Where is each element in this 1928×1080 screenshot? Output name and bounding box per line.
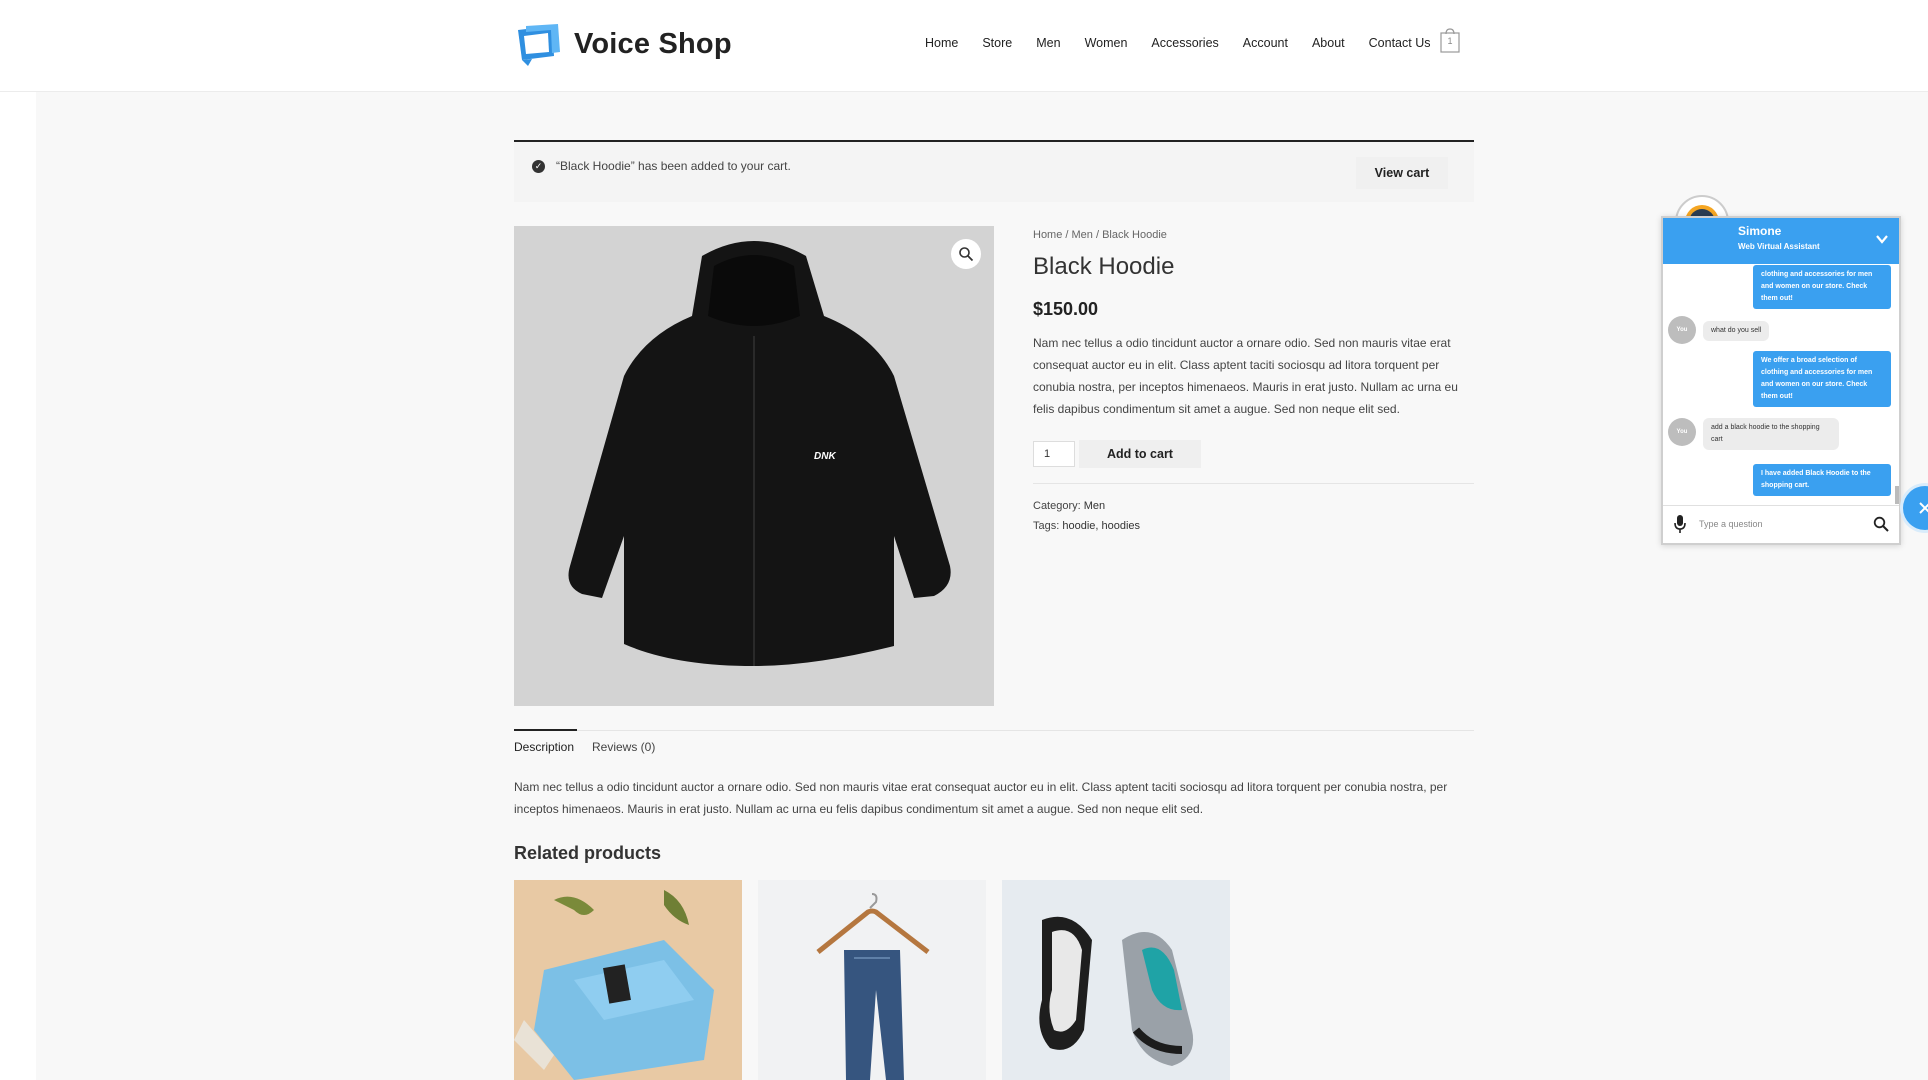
logo-text: Voice Shop xyxy=(574,27,732,60)
product-price: $150.00 xyxy=(1033,299,1099,319)
logo-icon xyxy=(514,22,564,66)
product-image[interactable]: DNK xyxy=(514,226,994,706)
hoodie-image: DNK xyxy=(568,241,951,666)
related-product-tshirt[interactable] xyxy=(514,880,742,1080)
breadcrumb[interactable]: Home / Men / Black Hoodie xyxy=(1033,229,1474,241)
nav-women[interactable]: Women xyxy=(1085,36,1128,50)
tshirt-image xyxy=(514,890,714,1080)
nav-contact-us[interactable]: Contact Us xyxy=(1369,36,1431,50)
user-message: what do you sell xyxy=(1703,321,1770,341)
category-label: Category: xyxy=(1033,500,1081,512)
meta-divider xyxy=(1033,483,1474,484)
product-short-description: Nam nec tellus a odio tincidunt auctor a… xyxy=(1033,336,1458,416)
site-header: Voice Shop Home Store Men Women Accessor… xyxy=(0,0,1928,92)
view-cart-button[interactable]: View cart xyxy=(1356,157,1448,189)
chat-scrollbar[interactable] xyxy=(1895,486,1899,504)
tags-row: Tags: hoodie, hoodies xyxy=(1033,516,1474,536)
add-to-cart-button[interactable]: Add to cart xyxy=(1079,440,1201,468)
bot-message: clothing and accessories for men and wom… xyxy=(1753,265,1891,309)
hoodie-brand-text: DNK xyxy=(814,451,836,462)
nav-accessories[interactable]: Accessories xyxy=(1151,36,1218,50)
magnifier-icon xyxy=(959,247,974,262)
product-title: Black Hoodie xyxy=(1033,253,1175,280)
quantity-input[interactable]: 1 xyxy=(1033,441,1075,467)
description-text: Nam nec tellus a odio tincidunt auctor a… xyxy=(514,780,1448,816)
chat-input[interactable]: Type a question xyxy=(1699,519,1763,529)
nav-about[interactable]: About xyxy=(1312,36,1345,50)
tab-reviews[interactable]: Reviews (0) xyxy=(592,740,655,754)
chat-widget: Simone Web Virtual Assistant clothing an… xyxy=(1661,216,1901,545)
jeans-image xyxy=(816,893,930,1080)
tags-label: Tags: xyxy=(1033,520,1060,532)
site-logo[interactable]: Voice Shop xyxy=(514,22,732,66)
main-nav: Home Store Men Women Accessories Account… xyxy=(925,36,1454,50)
notice-message: “Black Hoodie” has been added to your ca… xyxy=(556,159,791,173)
chat-input-bar: Type a question xyxy=(1663,505,1899,542)
related-product-sneakers[interactable] xyxy=(1002,880,1230,1080)
cart-icon[interactable]: 1 xyxy=(1440,28,1460,53)
check-circle-icon: ✓ xyxy=(532,160,545,173)
sneakers-image xyxy=(1039,916,1194,1066)
close-icon xyxy=(1919,502,1928,514)
user-avatar: You xyxy=(1668,418,1696,446)
active-tab-indicator xyxy=(514,729,577,731)
microphone-icon[interactable] xyxy=(1673,514,1687,534)
category-row: Category: Men xyxy=(1033,496,1474,516)
product-meta: Category: Men Tags: hoodie, hoodies xyxy=(1033,496,1474,536)
add-to-cart-form: 1 Add to cart xyxy=(1033,440,1474,468)
chevron-down-icon[interactable] xyxy=(1875,232,1889,246)
assistant-role: Web Virtual Assistant xyxy=(1738,242,1820,251)
tab-description[interactable]: Description xyxy=(514,740,574,754)
related-products-title: Related products xyxy=(514,843,662,863)
cart-notice: ✓ “Black Hoodie” has been added to your … xyxy=(514,140,1474,202)
user-message: add a black hoodie to the shopping cart xyxy=(1703,418,1839,450)
product-summary: Home / Men / Black Hoodie Black Hoodie $… xyxy=(1033,226,1474,536)
bot-message: We offer a broad selection of clothing a… xyxy=(1753,351,1891,407)
nav-men[interactable]: Men xyxy=(1036,36,1060,50)
zoom-button[interactable] xyxy=(951,239,981,269)
cart-count: 1 xyxy=(1447,36,1453,46)
category-link[interactable]: Men xyxy=(1084,500,1105,512)
user-avatar: You xyxy=(1668,316,1696,344)
nav-account[interactable]: Account xyxy=(1243,36,1288,50)
tabs-divider xyxy=(514,730,1474,731)
bot-message: I have added Black Hoodie to the shoppin… xyxy=(1753,464,1891,496)
related-product-jeans[interactable] xyxy=(758,880,986,1080)
chat-header[interactable]: Simone Web Virtual Assistant xyxy=(1663,218,1899,264)
tags-links[interactable]: hoodie, hoodies xyxy=(1062,520,1140,532)
nav-store[interactable]: Store xyxy=(982,36,1012,50)
nav-home[interactable]: Home xyxy=(925,36,958,50)
search-icon[interactable] xyxy=(1873,516,1889,532)
assistant-name: Simone xyxy=(1738,224,1782,238)
